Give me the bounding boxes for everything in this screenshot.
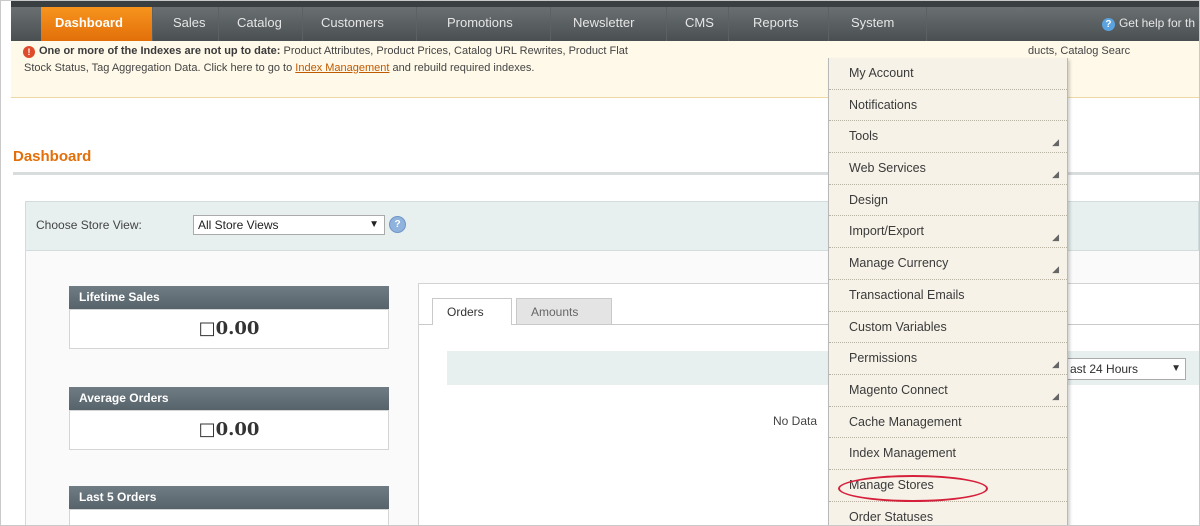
nav-reports[interactable]: Reports	[739, 7, 829, 41]
notice-title: One or more of the Indexes are not up to…	[39, 45, 281, 57]
average-orders-header: Average Orders	[69, 387, 389, 410]
lifetime-sales-header: Lifetime Sales	[69, 286, 389, 309]
nav-newsletter[interactable]: Newsletter	[559, 7, 667, 41]
menu-cache-management[interactable]: Cache Management	[829, 407, 1067, 439]
menu-label: Permissions	[849, 351, 918, 366]
menu-magento-connect[interactable]: Magento Connect ◢	[829, 375, 1067, 407]
menu-label: Web Services	[849, 161, 926, 176]
menu-label: Notifications	[849, 97, 918, 112]
nav-cms[interactable]: CMS	[671, 7, 729, 41]
menu-label: Transactional Emails	[849, 287, 965, 302]
last-orders-table	[69, 509, 389, 525]
period-select[interactable]: ast 24 Hours ▼	[1066, 358, 1186, 380]
menu-label: Tools	[849, 129, 879, 144]
nav-sales[interactable]: Sales	[159, 7, 219, 41]
menu-label: Manage Currency	[849, 256, 949, 271]
menu-manage-currency[interactable]: Manage Currency ◢	[829, 248, 1067, 280]
admin-window: Dashboard Sales Catalog Customers Promot…	[0, 0, 1200, 526]
period-arrow-icon: ▼	[1171, 363, 1181, 374]
menu-label: Index Management	[849, 446, 957, 461]
menu-permissions[interactable]: Permissions ◢	[829, 343, 1067, 375]
menu-import-export[interactable]: Import/Export ◢	[829, 216, 1067, 249]
notice-line2: Stock Status, Tag Aggregation Data. Clic…	[24, 62, 293, 74]
menu-my-account[interactable]: My Account	[829, 58, 1067, 90]
tab-amounts[interactable]: Amounts	[516, 298, 612, 324]
system-menu: My Account Notifications Tools ◢ Web Serv…	[828, 58, 1068, 525]
menu-label: My Account	[849, 66, 914, 80]
lifetime-sales-value: □0.00	[69, 309, 389, 349]
menu-label: Design	[849, 192, 888, 207]
store-view-select[interactable]: All Store Views ▼	[193, 215, 385, 235]
menu-notifications[interactable]: Notifications	[829, 90, 1067, 122]
nav-customers[interactable]: Customers	[307, 7, 417, 41]
no-data-message: No Data	[773, 414, 818, 428]
store-view-value: All Store Views	[198, 218, 279, 232]
period-value: ast 24 Hours	[1070, 362, 1139, 376]
main-nav: Dashboard Sales Catalog Customers Promot…	[11, 1, 1199, 41]
menu-label: Cache Management	[849, 414, 962, 429]
manage-stores-highlight	[838, 475, 988, 502]
menu-label: Order Statuses	[849, 509, 934, 524]
help-icon: ?	[1101, 18, 1115, 31]
help-question-icon[interactable]: ?	[389, 216, 406, 233]
chart-panel: Orders Amounts	[418, 283, 1199, 525]
menu-custom-variables[interactable]: Custom Variables	[829, 312, 1067, 344]
menu-index-management[interactable]: Index Management	[829, 438, 1067, 470]
menu-tools[interactable]: Tools ◢	[829, 121, 1067, 154]
menu-transactional-emails[interactable]: Transactional Emails	[829, 280, 1067, 312]
dropdown-arrow-icon: ▼	[369, 219, 379, 230]
average-orders-value: □0.00	[69, 410, 389, 450]
menu-label: Magento Connect	[849, 382, 948, 397]
nav-catalog[interactable]: Catalog	[223, 7, 303, 41]
help-label: Get help for th	[1118, 16, 1195, 30]
notice-line1: Product Attributes, Product Prices, Cata…	[283, 45, 628, 57]
menu-label: Custom Variables	[849, 319, 947, 334]
notice-line2-end: and rebuild required indexes.	[392, 62, 535, 74]
store-view-label: Choose Store View:	[36, 218, 142, 232]
page-title: Dashboard	[13, 148, 92, 165]
menu-design[interactable]: Design	[829, 185, 1067, 217]
help-link[interactable]: ? Get help for th	[1101, 7, 1195, 41]
menu-label: Import/Export	[849, 224, 925, 239]
menu-order-statuses[interactable]: Order Statuses	[829, 502, 1067, 525]
tab-divider	[419, 324, 1199, 325]
index-management-link[interactable]: Index Management	[295, 62, 389, 74]
menu-web-services[interactable]: Web Services ◢	[829, 153, 1067, 185]
warning-icon: !	[23, 46, 35, 58]
tab-orders[interactable]: Orders	[432, 298, 512, 325]
nav-system[interactable]: System	[837, 7, 927, 41]
nav-dashboard[interactable]: Dashboard	[41, 7, 153, 41]
nav-promotions[interactable]: Promotions	[433, 7, 551, 41]
last-orders-header: Last 5 Orders	[69, 486, 389, 509]
